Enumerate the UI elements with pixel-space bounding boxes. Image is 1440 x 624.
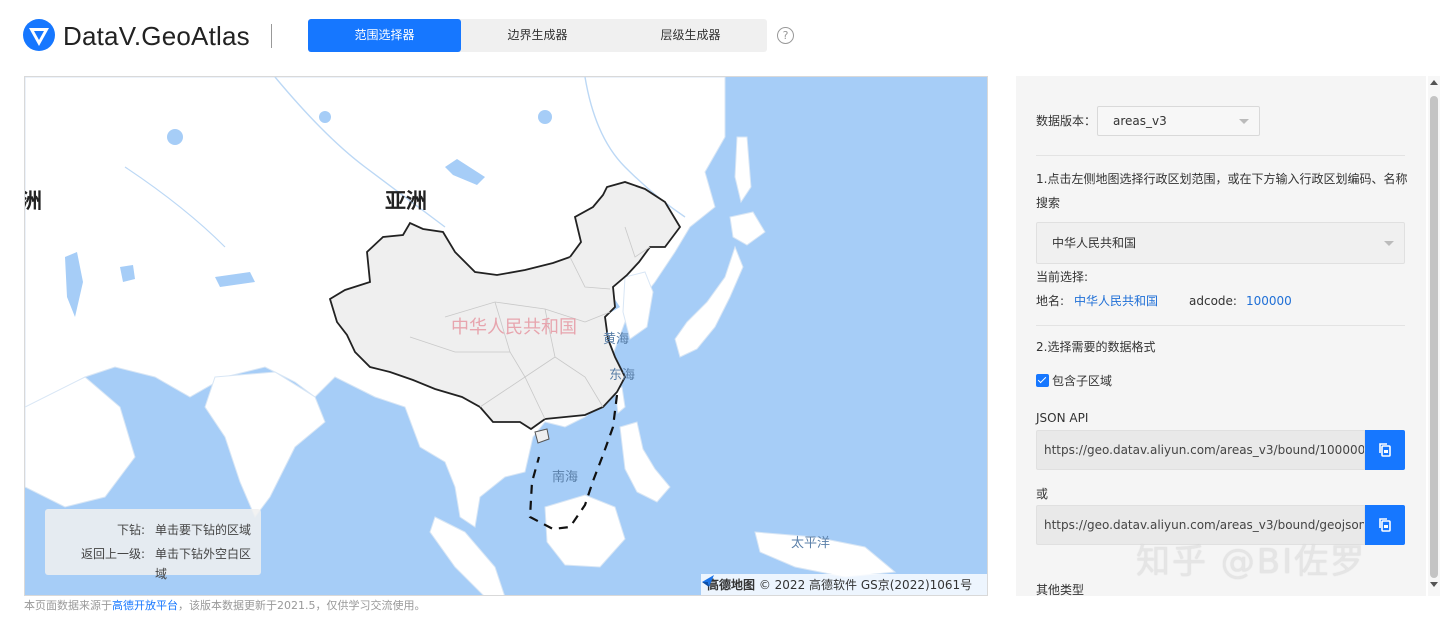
- india-landmass: [204, 371, 326, 518]
- hainan-island: [534, 428, 550, 444]
- version-select-value: areas_v3: [1113, 114, 1167, 128]
- credit-text: © 2022 高德软件 GS京(2022)1061号: [758, 578, 973, 592]
- json-api-url-field[interactable]: https://geo.datav.aliyun.com/areas_v3/bo…: [1036, 430, 1365, 470]
- sakhalin-landmass: [734, 136, 752, 204]
- hint-back-key: 返回上一级:: [80, 547, 145, 561]
- scroll-up-icon[interactable]: [1430, 80, 1438, 85]
- copy-url-button-1[interactable]: [1365, 430, 1405, 470]
- app-header: DataV.GeoAtlas 范围选择器 边界生成器 层级生成器 ?: [0, 0, 1440, 70]
- datav-logo-icon[interactable]: [22, 18, 56, 52]
- philippines-landmass: [619, 421, 671, 503]
- divider: [1036, 155, 1405, 156]
- lake-water: [167, 129, 183, 145]
- copy-icon: [1379, 443, 1391, 457]
- place-name-value: 中华人民共和国: [1074, 294, 1159, 308]
- tab-range-selector[interactable]: 范围选择器: [308, 19, 461, 52]
- hint-drill-value: 单击要下钻的区域: [155, 523, 252, 537]
- include-children-label[interactable]: 包含子区域: [1052, 371, 1112, 391]
- hint-drill-key: 下钻:: [116, 523, 145, 537]
- hint-row-drill-down: 下钻: 单击要下钻的区域: [45, 520, 261, 540]
- map-label-china[interactable]: 中华人民共和国: [451, 313, 577, 339]
- divider: [1036, 325, 1405, 326]
- watermark: 知乎 @BI佐罗: [1136, 542, 1367, 582]
- scroll-thumb[interactable]: [1430, 96, 1438, 578]
- tool-tabs: 范围选择器 边界生成器 层级生成器: [308, 19, 767, 52]
- japan-landmass: [674, 245, 744, 358]
- chevron-down-icon: [1384, 241, 1394, 246]
- hint-back-value: 单击下钻外空白区域: [155, 547, 252, 581]
- panel-scrollbar[interactable]: [1428, 76, 1440, 596]
- help-icon[interactable]: ?: [777, 27, 794, 44]
- other-types-label: 其他类型: [1036, 583, 1085, 596]
- map-label-asia-partial: 洲: [25, 185, 42, 215]
- footer-prefix: 本页面数据来源于: [24, 599, 112, 612]
- map-label-pacific: 太平洋: [791, 536, 831, 551]
- adcode-value: 100000: [1246, 294, 1292, 308]
- tab-boundary-generator[interactable]: 边界生成器: [461, 19, 614, 52]
- version-select[interactable]: areas_v3: [1097, 106, 1260, 136]
- current-selection-label: 当前选择:: [1036, 270, 1089, 284]
- include-children-checkbox[interactable]: [1036, 374, 1049, 387]
- amap-logo-icon[interactable]: [701, 574, 715, 588]
- map-label-east-sea: 东海: [609, 368, 636, 383]
- version-label: 数据版本：: [1036, 114, 1097, 128]
- tab-level-generator[interactable]: 层级生成器: [614, 19, 767, 52]
- map-hint-box: 下钻: 单击要下钻的区域 返回上一级: 单击下钻外空白区域: [45, 509, 261, 581]
- chevron-down-icon: [1239, 119, 1249, 124]
- copy-icon: [1379, 518, 1391, 532]
- step1-instruction: 1.点击左侧地图选择行政区划范围，或在下方输入行政区划编码、名称搜索: [1036, 172, 1408, 210]
- json-api-label: JSON API: [1036, 411, 1089, 425]
- copy-url-button-2[interactable]: [1365, 505, 1405, 545]
- place-name-label: 地名:: [1036, 294, 1065, 308]
- map-credit: 高德地图 © 2022 高德软件 GS京(2022)1061号: [701, 574, 987, 595]
- header-divider: [271, 24, 272, 48]
- or-label: 或: [1036, 487, 1049, 501]
- page-footer: 本页面数据来源于高德开放平台，该版本数据更新于2021.5，仅供学习交流使用。: [24, 598, 426, 614]
- map-label-south-sea: 南海: [552, 470, 579, 485]
- footer-suffix: ，该版本数据更新于2021.5，仅供学习交流使用。: [178, 599, 426, 612]
- sumatra-landmass: [429, 516, 505, 595]
- lake-water: [538, 110, 552, 124]
- step2-instruction: 2.选择需要的数据格式: [1036, 340, 1156, 354]
- map-canvas[interactable]: 洲 亚洲 中华人民共和国 黄海 东海 南海 太平洋 下钻: 单击要下钻的区域 返…: [24, 76, 988, 596]
- adcode-label: adcode:: [1189, 294, 1237, 308]
- region-select-value: 中华人民共和国: [1052, 236, 1137, 250]
- lake-water: [319, 111, 331, 123]
- hint-row-back: 返回上一级: 单击下钻外空白区域: [45, 544, 261, 581]
- hokkaido-landmass: [729, 211, 766, 246]
- map-label-yellow-sea: 黄海: [603, 332, 630, 347]
- map-label-asia: 亚洲: [385, 189, 427, 213]
- region-search-select[interactable]: 中华人民共和国: [1036, 222, 1405, 264]
- app-title[interactable]: DataV.GeoAtlas: [63, 18, 250, 54]
- footer-amap-link[interactable]: 高德开放平台: [112, 599, 178, 612]
- scroll-down-icon[interactable]: [1430, 582, 1438, 587]
- settings-panel: 数据版本： areas_v3 1.点击左侧地图选择行政区划范围，或在下方输入行政…: [1016, 76, 1426, 596]
